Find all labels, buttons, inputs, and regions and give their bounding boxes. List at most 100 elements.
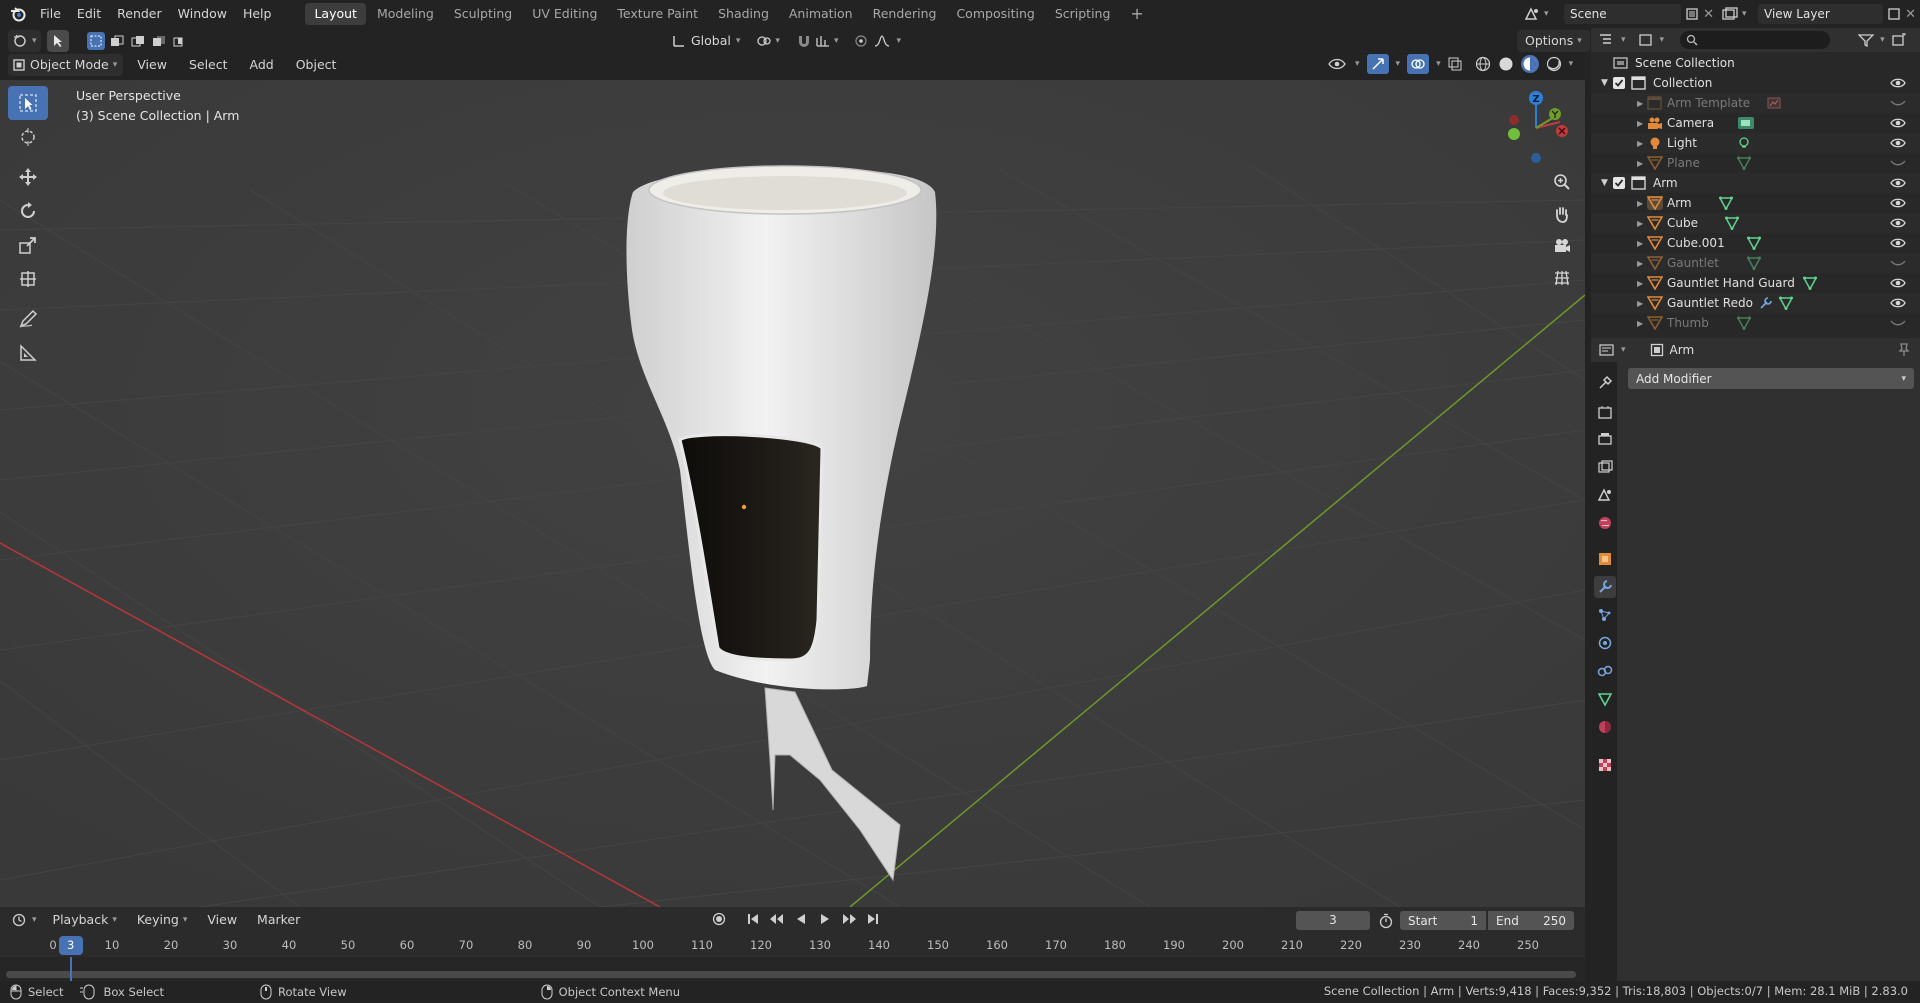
mesh-data-icon[interactable]: [1747, 236, 1761, 250]
outliner-editor-icon[interactable]: [1599, 33, 1615, 47]
timeline-editor-type-button[interactable]: ▾: [8, 909, 41, 931]
scene-tab-icon[interactable]: [1594, 484, 1616, 506]
outliner-row-scene-collection[interactable]: Scene Collection: [1591, 53, 1920, 73]
menu-render[interactable]: Render: [109, 0, 170, 28]
eye-icon[interactable]: [1890, 217, 1906, 229]
tab-sculpting[interactable]: Sculpting: [445, 3, 521, 25]
proportional-editing-toggle[interactable]: ▾: [850, 30, 905, 52]
scale-tool[interactable]: [8, 228, 48, 262]
new-scene-icon[interactable]: [1685, 7, 1699, 21]
tab-texture-paint[interactable]: Texture Paint: [608, 3, 707, 25]
navigation-gizmo[interactable]: Z: [1500, 86, 1572, 166]
jump-start-icon[interactable]: [744, 912, 762, 926]
physics-tab-icon[interactable]: [1594, 632, 1616, 654]
new-view-layer-icon[interactable]: [1887, 7, 1901, 21]
new-collection-icon[interactable]: [1891, 33, 1907, 47]
next-keyframe-icon[interactable]: [840, 912, 858, 926]
pin-icon[interactable]: [1898, 343, 1910, 357]
expand-arrow-icon[interactable]: ▶: [1637, 299, 1643, 308]
eye-icon[interactable]: [1890, 137, 1906, 149]
outliner-row[interactable]: ▶ Camera: [1591, 113, 1920, 133]
zoom-icon[interactable]: [1551, 172, 1573, 192]
eye-icon[interactable]: [1890, 277, 1906, 289]
menu-add[interactable]: Add: [242, 54, 282, 76]
mesh-data-icon[interactable]: [1779, 296, 1793, 310]
expand-arrow-icon[interactable]: ▶: [1637, 279, 1643, 288]
material-preview-shading-icon[interactable]: [1520, 55, 1539, 73]
outliner-row[interactable]: ▶ Gauntlet Redo: [1591, 293, 1920, 313]
output-tab-icon[interactable]: [1594, 428, 1616, 450]
expand-arrow-icon[interactable]: ▶: [1637, 99, 1643, 108]
3d-viewport[interactable]: [0, 80, 1585, 907]
outliner-row[interactable]: ▶ Light: [1591, 133, 1920, 153]
xray-toggle-icon[interactable]: [1448, 57, 1462, 71]
annotate-tool[interactable]: [8, 302, 48, 336]
view-layer-tab-icon[interactable]: [1594, 456, 1616, 478]
tab-layout[interactable]: Layout: [305, 3, 366, 25]
collection-checkbox[interactable]: [1613, 177, 1625, 189]
eye-icon[interactable]: [1890, 177, 1906, 189]
menu-view[interactable]: View: [129, 54, 175, 76]
camera-data-icon[interactable]: [1737, 116, 1755, 130]
mode-extend-icon[interactable]: [108, 32, 126, 50]
mesh-data-icon[interactable]: [1737, 316, 1751, 330]
transform-orientation-dropdown[interactable]: Global ▾: [668, 30, 744, 52]
render-tab-icon[interactable]: [1594, 402, 1616, 424]
mode-set-icon[interactable]: [86, 32, 105, 50]
timeline-track-area[interactable]: [0, 957, 1585, 981]
properties-editor-icon[interactable]: [1599, 343, 1615, 357]
outliner-row[interactable]: ▼ Collection: [1591, 73, 1920, 93]
eye-icon[interactable]: [1890, 237, 1906, 249]
solid-shading-icon[interactable]: [1498, 56, 1514, 72]
mesh-data-icon[interactable]: [1719, 196, 1733, 210]
light-data-icon[interactable]: [1737, 136, 1751, 150]
eye-icon[interactable]: [1890, 297, 1906, 309]
frame-ruler[interactable]: 0 10 20 30 40 50 60 70 80 90 100 110 120 130 140 150 160…: [0, 935, 1585, 957]
jump-end-icon[interactable]: [864, 912, 882, 926]
mode-difference-icon[interactable]: [150, 32, 168, 50]
blender-logo-icon[interactable]: [4, 0, 32, 28]
menu-help[interactable]: Help: [235, 0, 280, 28]
timeline-view-menu[interactable]: View: [199, 909, 245, 931]
outliner-row[interactable]: ▶ Plane: [1591, 153, 1920, 173]
menu-edit[interactable]: Edit: [69, 0, 109, 28]
rendered-shading-icon[interactable]: [1546, 56, 1562, 72]
mesh-data-icon[interactable]: [1747, 256, 1761, 270]
material-tab-icon[interactable]: [1594, 716, 1616, 738]
image-data-icon[interactable]: [1767, 96, 1781, 110]
expand-arrow-icon[interactable]: ▶: [1637, 319, 1643, 328]
tab-shading[interactable]: Shading: [709, 3, 778, 25]
eye-icon[interactable]: [1890, 197, 1906, 209]
start-frame-field[interactable]: Start 1: [1400, 911, 1486, 930]
tool-tab-icon[interactable]: [1594, 372, 1616, 394]
cursor-tool[interactable]: [8, 120, 48, 154]
close-view-layer-icon[interactable]: ✕: [1905, 7, 1916, 22]
mesh-data-tab-icon[interactable]: [1594, 688, 1616, 710]
expand-arrow-icon[interactable]: ▶: [1637, 159, 1643, 168]
rotate-tool[interactable]: [8, 194, 48, 228]
eye-closed-icon[interactable]: [1890, 317, 1906, 329]
select-tool-button[interactable]: [46, 30, 69, 52]
close-scene-icon[interactable]: ✕: [1703, 7, 1714, 22]
timeline-keying-menu[interactable]: Keying ▾: [129, 909, 196, 931]
expand-arrow-icon[interactable]: ▶: [1637, 119, 1643, 128]
mesh-data-icon[interactable]: [1725, 216, 1739, 230]
expand-arrow-icon[interactable]: ▼: [1601, 78, 1608, 88]
pan-hand-icon[interactable]: [1551, 204, 1573, 224]
visibility-filter-icon[interactable]: [1328, 57, 1348, 71]
measure-tool[interactable]: [8, 336, 48, 370]
play-icon[interactable]: [816, 912, 834, 926]
playhead-line[interactable]: [69, 957, 72, 981]
mesh-data-icon[interactable]: [1737, 156, 1751, 170]
ortho-grid-icon[interactable]: [1551, 268, 1573, 288]
modifier-wrench-icon[interactable]: [1759, 296, 1773, 310]
camera-view-icon[interactable]: [1551, 236, 1573, 256]
stopwatch-icon[interactable]: [1378, 913, 1394, 929]
menu-file[interactable]: File: [32, 0, 69, 28]
particles-tab-icon[interactable]: [1594, 604, 1616, 626]
eye-icon[interactable]: [1890, 77, 1906, 89]
outliner-row[interactable]: ▶ Cube: [1591, 213, 1920, 233]
outliner-search-input[interactable]: [1680, 31, 1831, 49]
texture-tab-icon[interactable]: [1594, 754, 1616, 776]
snap-toggle[interactable]: ▾: [792, 30, 843, 52]
